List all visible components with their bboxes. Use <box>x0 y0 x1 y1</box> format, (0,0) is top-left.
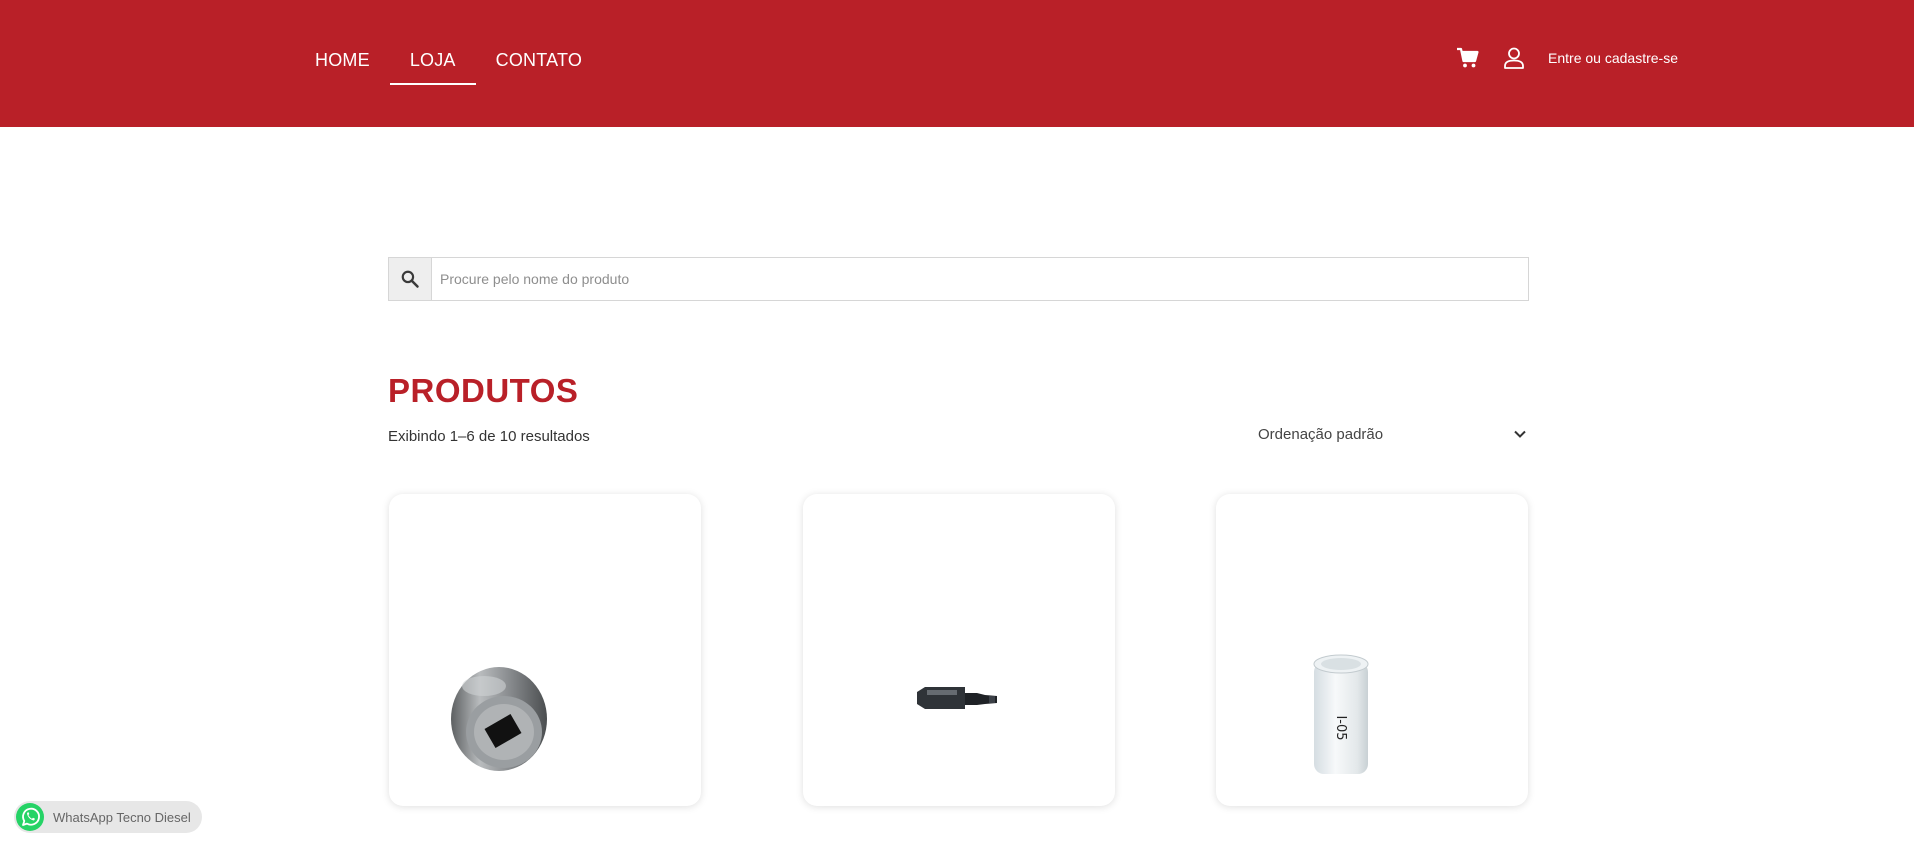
sort-select[interactable]: Ordenação padrão <box>1258 422 1528 446</box>
result-count: Exibindo 1–6 de 10 resultados <box>388 428 590 445</box>
search-icon <box>401 270 419 288</box>
site-header: HOME LOJA CONTATO Entre ou cadastre-se <box>0 0 1914 127</box>
search-input[interactable] <box>432 258 1528 300</box>
product-image-sleeve: I-05 <box>1313 654 1369 774</box>
product-card[interactable] <box>803 494 1115 806</box>
sort-selected-value: Ordenação padrão <box>1258 425 1384 443</box>
login-link[interactable]: Entre ou cadastre-se <box>1548 50 1678 66</box>
product-card[interactable] <box>389 494 701 806</box>
product-image-socket <box>451 667 547 771</box>
product-search <box>388 257 1529 301</box>
page-title: PRODUTOS <box>388 372 579 409</box>
cart-icon[interactable] <box>1456 46 1480 70</box>
nav-loja[interactable]: LOJA <box>389 50 476 85</box>
product-image-bit <box>917 687 997 709</box>
whatsapp-button[interactable]: WhatsApp Tecno Diesel <box>14 801 202 833</box>
product-image-text: I-05 <box>1333 715 1348 740</box>
nav-home[interactable]: HOME <box>315 50 370 85</box>
user-icon[interactable] <box>1502 46 1526 70</box>
whatsapp-label: WhatsApp Tecno Diesel <box>53 809 191 825</box>
nav-contato[interactable]: CONTATO <box>496 50 582 85</box>
chevron-down-icon <box>1514 430 1526 438</box>
search-button[interactable] <box>389 258 432 300</box>
whatsapp-icon <box>16 803 44 831</box>
header-actions: Entre ou cadastre-se <box>1456 46 1678 70</box>
main-nav: HOME LOJA CONTATO <box>315 50 622 85</box>
product-card[interactable]: I-05 <box>1216 494 1528 806</box>
